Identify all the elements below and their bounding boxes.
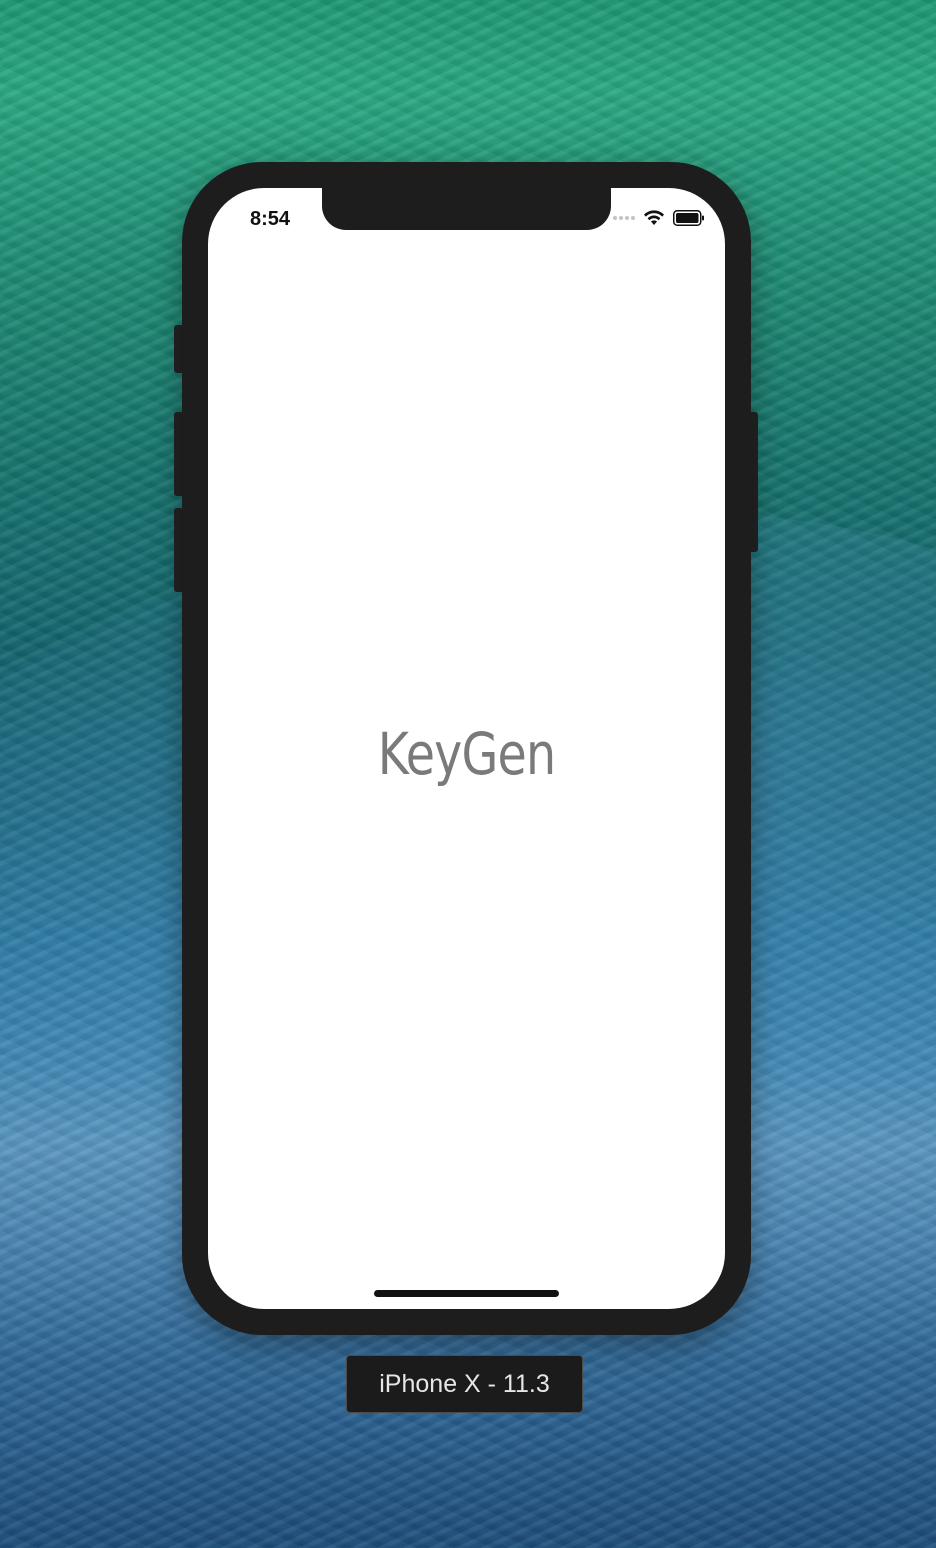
notch: [322, 188, 611, 230]
app-title: KeyGen: [377, 720, 556, 788]
device-screen[interactable]: 8:54 KeyGen: [208, 188, 725, 1309]
signal-icon: [613, 216, 635, 220]
status-bar-icons: [613, 210, 705, 226]
battery-icon: [673, 210, 705, 226]
iphone-x-frame: 8:54 KeyGen: [182, 162, 751, 1335]
simulator-device-label: iPhone X - 11.3: [346, 1355, 583, 1413]
wifi-icon: [643, 210, 665, 226]
status-bar-time: 8:54: [250, 208, 291, 230]
home-indicator[interactable]: [374, 1290, 559, 1297]
